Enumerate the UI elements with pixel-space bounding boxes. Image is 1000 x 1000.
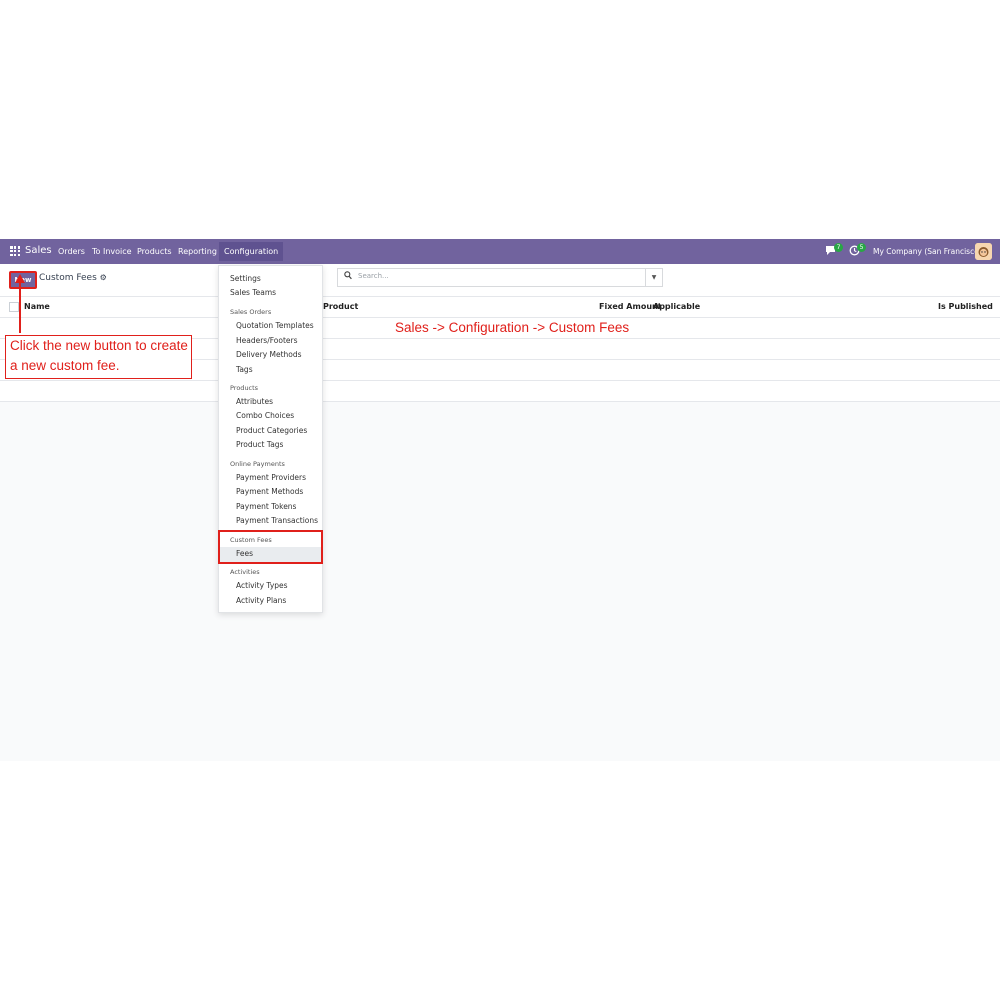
messages-badge: 7	[834, 243, 843, 252]
activities-badge: 5	[857, 243, 866, 252]
menu-sub-tags[interactable]: Tags	[236, 365, 253, 374]
menu-sub-product-tags[interactable]: Product Tags	[236, 440, 283, 449]
menu-sub-payment-tokens[interactable]: Payment Tokens	[236, 502, 296, 511]
col-product[interactable]: Product	[323, 302, 358, 311]
menu-header-products: Products	[230, 384, 259, 392]
company-switcher[interactable]: My Company (San Francisco)	[873, 247, 982, 256]
nav-reporting[interactable]: Reporting	[178, 247, 217, 256]
apps-grid-icon[interactable]	[10, 246, 20, 256]
menu-sub-activity-plans[interactable]: Activity Plans	[236, 596, 286, 605]
col-is-published[interactable]: Is Published	[938, 302, 993, 311]
select-all-checkbox[interactable]	[9, 302, 19, 312]
menu-header-online-payments: Online Payments	[230, 460, 285, 468]
callout-box: Click the new button to create a new cus…	[5, 335, 192, 379]
nav-configuration[interactable]: Configuration	[219, 242, 284, 261]
chevron-down-icon[interactable]: ▼	[645, 269, 662, 286]
menu-sub-activity-types[interactable]: Activity Types	[236, 581, 288, 590]
table-header: Name Product Fixed Amount Applicable Is …	[0, 296, 1000, 318]
menu-item-settings[interactable]: Settings	[230, 274, 261, 283]
menu-sub-delivery-methods[interactable]: Delivery Methods	[236, 350, 302, 359]
nav-products[interactable]: Products	[137, 247, 172, 256]
user-avatar[interactable]	[975, 243, 992, 260]
menu-header-sales-orders: Sales Orders	[230, 308, 272, 316]
gear-icon[interactable]: ⚙	[100, 273, 107, 282]
callout-line-2: a new custom fee.	[10, 358, 120, 373]
annotation-arrow-line	[19, 281, 21, 333]
menu-sub-headers-footers[interactable]: Headers/Footers	[236, 336, 298, 345]
menu-sub-payment-transactions[interactable]: Payment Transactions	[236, 516, 318, 525]
menu-sub-quotation-templates[interactable]: Quotation Templates	[236, 321, 314, 330]
search-bar[interactable]: Search... ▼	[337, 268, 663, 287]
table-row	[0, 381, 1000, 402]
control-panel: New Custom Fees ⚙ Search... ▼	[0, 264, 1000, 296]
path-annotation: Sales -> Configuration -> Custom Fees	[395, 320, 630, 335]
nav-to-invoice[interactable]: To Invoice	[92, 247, 132, 256]
menu-sub-combo-choices[interactable]: Combo Choices	[236, 411, 294, 420]
odoo-app: Sales Orders To Invoice Products Reporti…	[0, 239, 1000, 761]
breadcrumb-text: Custom Fees	[39, 273, 97, 283]
callout-line-1: Click the new button to create	[10, 338, 188, 353]
menu-sub-attributes[interactable]: Attributes	[236, 397, 273, 406]
nav-orders[interactable]: Orders	[58, 247, 85, 256]
top-navbar: Sales Orders To Invoice Products Reporti…	[0, 239, 1000, 264]
menu-sub-payment-providers[interactable]: Payment Providers	[236, 473, 306, 482]
col-applicable[interactable]: Applicable	[653, 302, 700, 311]
menu-header-activities: Activities	[230, 568, 260, 576]
menu-sub-payment-methods[interactable]: Payment Methods	[236, 487, 303, 496]
search-icon	[344, 271, 352, 282]
breadcrumb-title: Custom Fees ⚙	[39, 273, 107, 283]
menu-item-sales-teams[interactable]: Sales Teams	[230, 288, 276, 297]
search-input[interactable]: Search...	[358, 272, 389, 280]
menu-sub-product-categories[interactable]: Product Categories	[236, 426, 307, 435]
app-name[interactable]: Sales	[25, 245, 52, 256]
col-name[interactable]: Name	[24, 302, 50, 311]
custom-fees-highlight-box	[218, 530, 323, 564]
